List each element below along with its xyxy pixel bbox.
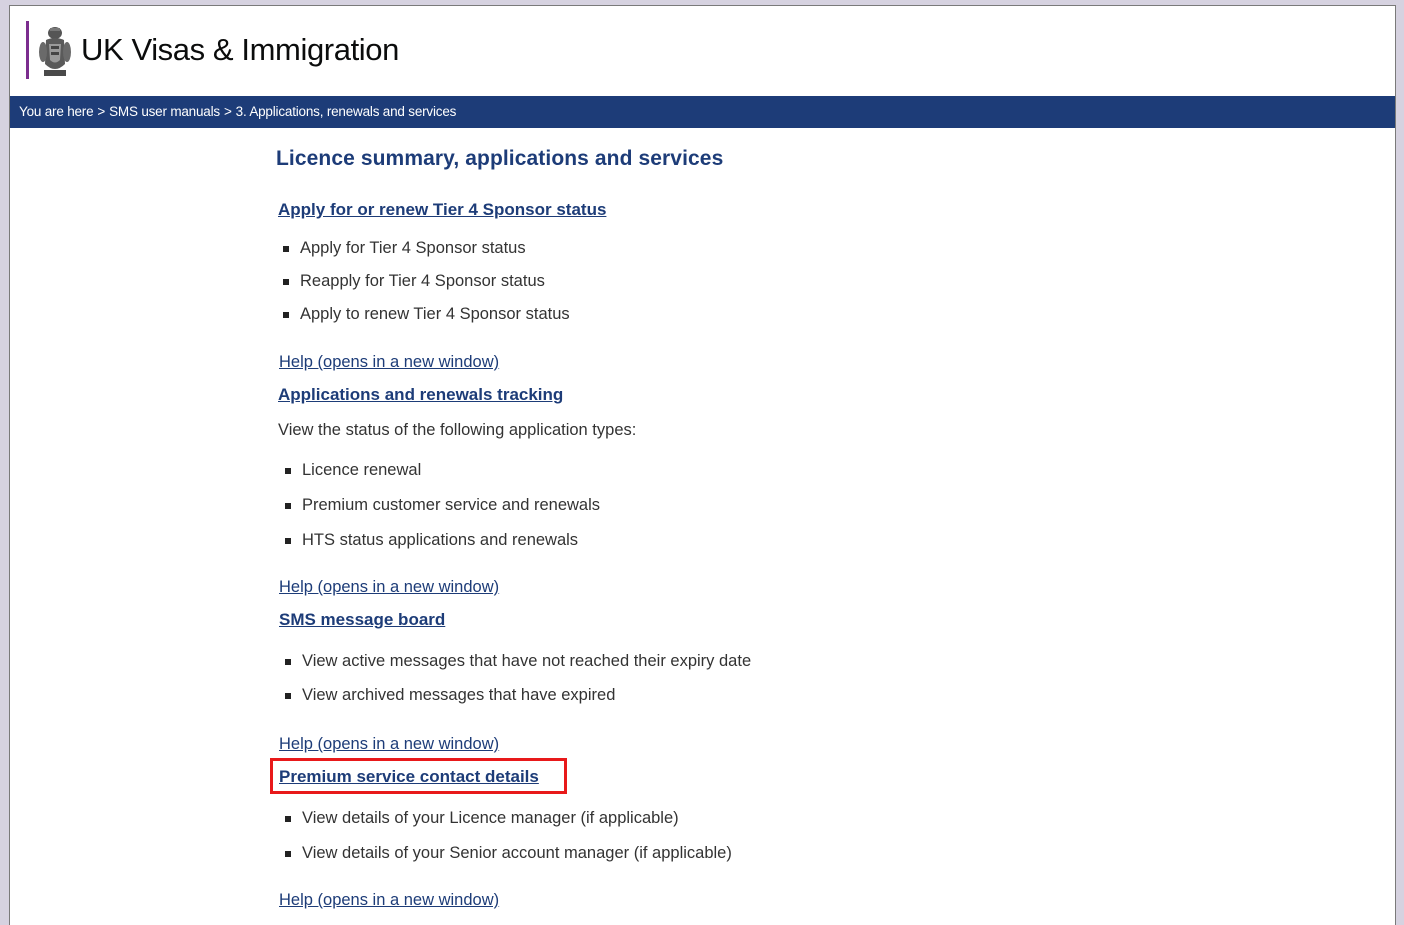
breadcrumb-item-current: 3. Applications, renewals and services [235, 104, 457, 119]
list-item: View archived messages that have expired [302, 686, 616, 704]
list-item: Reapply for Tier 4 Sponsor status [300, 272, 545, 290]
list-item: Apply to renew Tier 4 Sponsor status [300, 305, 570, 323]
site-title[interactable]: UK Visas & Immigration [81, 32, 399, 68]
list-item: Apply for Tier 4 Sponsor status [300, 239, 526, 257]
royal-crest-icon [39, 27, 71, 76]
header-accent-rule [26, 21, 29, 79]
help-link[interactable]: Help (opens in a new window) [279, 735, 499, 754]
bullet-marker [283, 279, 289, 285]
breadcrumb-item-sms-user-manuals[interactable]: SMS user manuals [109, 104, 220, 119]
list-item: HTS status applications and renewals [302, 531, 579, 549]
browser-page-frame: UK Visas & Immigration You are here > SMS … [9, 5, 1396, 925]
section-link-applications-renewals-tracking[interactable]: Applications and renewals tracking [278, 385, 563, 405]
list-item: Licence renewal [302, 461, 422, 479]
help-link[interactable]: Help (opens in a new window) [279, 891, 499, 910]
bullet-marker [283, 312, 289, 318]
help-link[interactable]: Help (opens in a new window) [279, 578, 499, 597]
bullet-marker [285, 851, 291, 857]
site-header: UK Visas & Immigration [10, 6, 1395, 96]
section-intro: View the status of the following applica… [278, 421, 637, 439]
section-link-sms-message-board[interactable]: SMS message board [279, 610, 445, 630]
bullet-marker [285, 693, 291, 699]
section-link-apply-renew-tier4[interactable]: Apply for or renew Tier 4 Sponsor status [278, 200, 606, 220]
breadcrumb: You are here > SMS user manuals >3. Applica… [10, 96, 1395, 128]
page-title: Licence summary, applications and servic… [276, 147, 724, 170]
list-item: View details of your Licence manager (if… [302, 809, 679, 827]
list-item: View active messages that have not reach… [302, 652, 752, 670]
bullet-marker [285, 503, 291, 509]
bullet-marker [283, 246, 289, 252]
help-link[interactable]: Help (opens in a new window) [279, 353, 499, 372]
breadcrumb-separator: > [223, 104, 232, 119]
breadcrumb-prefix: You are here [19, 104, 94, 119]
list-item: Premium customer service and renewals [302, 496, 601, 514]
bullet-marker [285, 816, 291, 822]
bullet-marker [285, 659, 291, 665]
section-link-premium-service-contact-details[interactable]: Premium service contact details [279, 767, 539, 787]
bullet-marker [285, 468, 291, 474]
breadcrumb-separator: > [97, 104, 106, 119]
bullet-marker [285, 538, 291, 544]
list-item: View details of your Senior account mana… [302, 844, 732, 862]
